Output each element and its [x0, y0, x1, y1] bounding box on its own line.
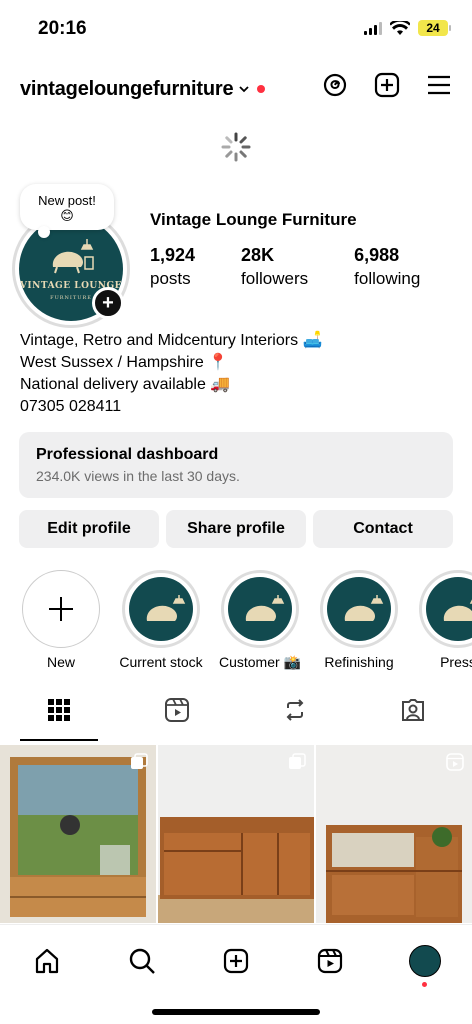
highlight-label: Customer 📸 [218, 654, 301, 670]
nav-reels[interactable] [310, 941, 350, 981]
notification-dot [257, 85, 266, 93]
profile-bio: Vintage, Retro and Midcentury Interiors … [20, 330, 322, 418]
nav-search[interactable] [122, 941, 162, 981]
grid-post[interactable] [0, 745, 156, 923]
home-indicator [152, 1009, 320, 1015]
highlight-customer[interactable]: Customer 📸 [215, 570, 305, 671]
menu-icon[interactable] [426, 72, 452, 98]
note-bubble[interactable]: New post! 😊 [20, 184, 114, 238]
tab-reposts[interactable] [236, 697, 354, 743]
profile-tabs [0, 697, 472, 743]
highlight-cover [129, 577, 193, 641]
search-icon [129, 948, 155, 974]
grid-post[interactable] [316, 745, 472, 923]
highlight-cover [327, 577, 391, 641]
posts-grid [0, 745, 472, 923]
signal-icon [364, 21, 382, 35]
tab-tagged[interactable] [354, 697, 472, 743]
wifi-icon [390, 20, 410, 35]
post-thumbnail [0, 745, 156, 923]
highlight-label: Press [440, 654, 472, 670]
home-icon [36, 948, 59, 974]
bio-line: National delivery available 🚚 [20, 376, 231, 393]
highlight-new[interactable]: New [16, 570, 106, 670]
new-highlight-ring [22, 570, 100, 648]
stat-followers[interactable]: 28K followers [241, 245, 308, 289]
post-thumbnail [158, 745, 314, 923]
reels-icon [318, 948, 343, 974]
highlight-current-stock[interactable]: Current stock [116, 570, 206, 670]
header-actions [322, 72, 452, 98]
stat-number: 28K [241, 245, 275, 265]
display-name: Vintage Lounge Furniture [150, 210, 357, 229]
stat-label: posts [150, 269, 191, 288]
highlight-label: Refinishing [324, 654, 394, 670]
bio-phone[interactable]: 07305 028411 [20, 396, 322, 418]
tagged-user-icon [402, 699, 424, 721]
post-thumbnail [316, 745, 472, 923]
dashboard-subtitle: 234.0K views in the last 30 days. [36, 468, 240, 484]
story-highlights: New Current stock Customer 📸 Refinishing… [0, 570, 472, 680]
reel-badge-icon [446, 753, 464, 771]
stat-number: 1,924 [150, 245, 196, 265]
highlight-cover [228, 577, 292, 641]
note-text: New post! [38, 193, 96, 208]
profile-avatar-icon [408, 945, 441, 977]
status-bar: 20:16 24 [0, 0, 472, 60]
dashboard-title: Professional dashboard [36, 446, 219, 463]
share-profile-button[interactable]: Share profile [166, 510, 306, 548]
nav-home[interactable] [27, 941, 67, 981]
stat-posts[interactable]: 1,924 posts [150, 245, 195, 289]
plus-icon [49, 597, 73, 621]
add-story-button[interactable]: + [92, 287, 124, 319]
repost-icon [286, 699, 304, 721]
battery-icon: 24 [418, 20, 451, 36]
logo-chair-icon [52, 239, 94, 274]
carousel-icon [131, 753, 148, 769]
highlight-refinishing[interactable]: Refinishing [314, 570, 404, 670]
note-emoji: 😊 [60, 208, 74, 223]
chevron-down-icon[interactable] [239, 84, 250, 94]
stat-following[interactable]: 6,988 following [354, 245, 420, 289]
professional-dashboard[interactable]: Professional dashboard 234.0K views in t… [19, 432, 453, 498]
profile-actions: Edit profile Share profile Contact [19, 510, 453, 548]
grid-post[interactable] [158, 745, 314, 923]
status-time: 20:16 [38, 18, 87, 39]
carousel-icon [289, 753, 306, 769]
nav-create[interactable] [216, 941, 256, 981]
stat-label: following [354, 269, 421, 288]
highlight-cover [426, 577, 472, 641]
highlight-label: Current stock [119, 654, 203, 670]
nav-profile[interactable] [405, 941, 445, 987]
highlight-press[interactable]: Press [413, 570, 472, 670]
create-post-icon [223, 948, 249, 974]
notification-dot [421, 982, 427, 987]
new-post-icon[interactable] [374, 72, 400, 98]
stat-number: 6,988 [354, 245, 400, 265]
loading-spinner-icon [221, 132, 251, 162]
profile-stats: 1,924 posts 28K followers 6,988 followin… [150, 245, 420, 289]
reels-icon [165, 698, 189, 722]
threads-icon[interactable] [322, 72, 348, 98]
edit-profile-button[interactable]: Edit profile [19, 510, 159, 548]
tab-reels[interactable] [118, 697, 236, 743]
contact-button[interactable]: Contact [313, 510, 453, 548]
account-switcher[interactable]: vintageloungefurniture [20, 78, 234, 101]
highlight-label: New [46, 654, 75, 670]
tab-posts-grid[interactable] [0, 697, 118, 743]
stat-label: followers [241, 269, 309, 288]
bio-line: Vintage, Retro and Midcentury Interiors … [20, 332, 323, 349]
profile-header: vintageloungefurniture [20, 70, 452, 108]
bio-line: West Sussex / Hampshire 📍 [20, 354, 229, 371]
status-icons: 24 [364, 20, 451, 36]
grid-icon [48, 699, 70, 721]
